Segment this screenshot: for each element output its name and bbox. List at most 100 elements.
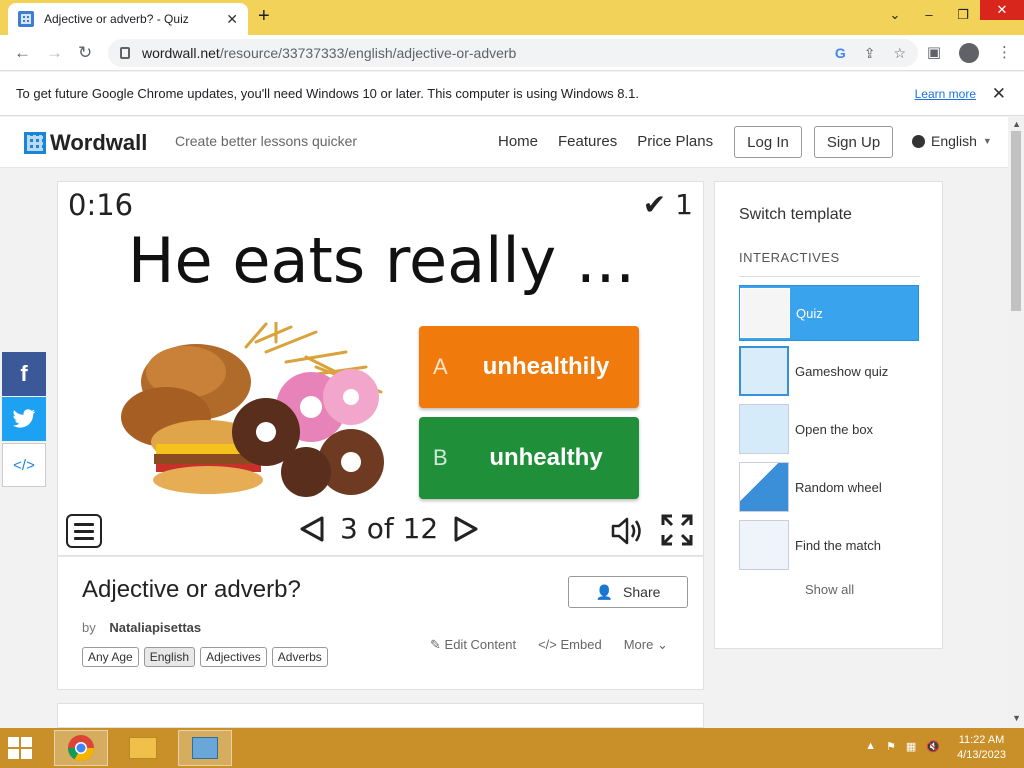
wordwall-logo[interactable]: Wordwall: [24, 130, 147, 156]
nav-home[interactable]: Home: [498, 133, 538, 150]
tab-search-icon[interactable]: ⌄: [878, 0, 912, 35]
google-lens-icon[interactable]: G: [835, 45, 846, 62]
windows-start-icon[interactable]: [8, 737, 32, 759]
lock-icon[interactable]: [120, 47, 130, 59]
tag[interactable]: Any Age: [82, 647, 139, 667]
facebook-icon: f: [20, 361, 28, 386]
browser-tab[interactable]: Adjective or adverb? - Quiz ✕: [8, 3, 248, 35]
language-label: English: [931, 133, 977, 149]
template-label: Gameshow quiz: [795, 363, 889, 379]
template-label: Open the box: [795, 421, 874, 437]
by-label: by: [82, 620, 96, 635]
answer-letter: B: [433, 445, 448, 470]
wordwall-favicon-icon: [18, 11, 34, 27]
game-menu-button[interactable]: [66, 514, 102, 548]
chevron-down-icon: ⌄: [656, 637, 668, 652]
tray-expand-icon[interactable]: ▲: [865, 740, 876, 753]
template-switcher: Switch template INTERACTIVES Quiz Gamesh…: [714, 181, 943, 649]
folder-icon: [129, 737, 157, 759]
game-controls: 3 of 12: [58, 512, 705, 552]
tag[interactable]: English: [143, 647, 196, 667]
scroll-down-icon[interactable]: ▼: [1012, 713, 1021, 723]
scroll-thumb[interactable]: [1011, 131, 1021, 311]
gameshow-thumbnail-icon: [739, 346, 789, 396]
pencil-icon: ✎: [430, 637, 441, 652]
embed-link[interactable]: </> Embed: [538, 637, 602, 653]
edit-content-link[interactable]: ✎ Edit Content: [430, 637, 516, 653]
checkmark-icon: ✔: [642, 188, 667, 221]
fullscreen-icon[interactable]: [661, 514, 693, 546]
action-center-flag-icon[interactable]: ⚑: [886, 740, 896, 753]
switch-template-heading: Switch template: [739, 206, 852, 223]
volume-muted-icon[interactable]: 🔇: [926, 740, 940, 753]
control-panel-icon: [192, 737, 218, 759]
template-open-the-box[interactable]: Open the box: [739, 401, 919, 457]
window-close-icon[interactable]: ✕: [980, 0, 1024, 20]
window-controls: ⌄ – ❐ ✕: [878, 0, 1024, 35]
learn-more-link[interactable]: Learn more: [915, 87, 976, 101]
address-bar: ← → ↻ wordwall.net /resource/33737333/en…: [0, 35, 1024, 71]
forward-icon[interactable]: →: [46, 43, 63, 63]
taskbar-control-panel[interactable]: [178, 730, 232, 766]
bookmark-star-icon[interactable]: ☆: [893, 45, 906, 62]
omnibox[interactable]: wordwall.net /resource/33737333/english/…: [108, 39, 918, 67]
twitter-share-button[interactable]: [2, 397, 46, 441]
login-button[interactable]: Log In: [734, 126, 802, 158]
answer-text: unhealthily: [482, 353, 610, 380]
reload-icon[interactable]: ↻: [78, 43, 92, 63]
minimize-icon[interactable]: –: [912, 0, 946, 35]
share-icon[interactable]: ⇪: [864, 45, 876, 62]
wordwall-logo-icon: [24, 132, 46, 154]
answer-text: unhealthy: [489, 444, 603, 471]
template-quiz[interactable]: Quiz: [739, 285, 919, 341]
taskbar-chrome[interactable]: [54, 730, 108, 766]
tag[interactable]: Adverbs: [271, 647, 328, 667]
restore-icon[interactable]: ❐: [946, 0, 980, 35]
chrome-icon: [67, 735, 95, 762]
nav-price-plans[interactable]: Price Plans: [637, 133, 713, 150]
more-dropdown[interactable]: More ⌄: [624, 637, 668, 653]
divider: [739, 276, 920, 277]
template-random-wheel[interactable]: Random wheel: [739, 459, 919, 515]
quiz-game-panel: 0:16 ✔ 1 He eats really ... A unhealthil…: [57, 181, 704, 556]
previous-icon[interactable]: [298, 515, 326, 543]
facebook-share-button[interactable]: f: [2, 352, 46, 396]
share-button[interactable]: 👤 Share: [568, 576, 688, 608]
tab-close-icon[interactable]: ✕: [226, 11, 238, 28]
answer-b-button[interactable]: B unhealthy: [419, 417, 639, 499]
profile-avatar-icon[interactable]: [959, 43, 979, 63]
share-label: Share: [623, 584, 661, 600]
template-label: Random wheel: [795, 479, 882, 495]
answer-a-button[interactable]: A unhealthily: [419, 326, 639, 408]
embed-share-button[interactable]: </>: [2, 443, 46, 487]
question-text: He eats really ...: [127, 224, 636, 297]
infobar-close-icon[interactable]: ✕: [992, 84, 1006, 104]
sound-icon[interactable]: [610, 516, 644, 546]
interactives-heading: INTERACTIVES: [739, 250, 840, 265]
system-tray: ▲ ⚑ ▦ 🔇: [865, 740, 940, 753]
template-gameshow-quiz[interactable]: Gameshow quiz: [739, 343, 919, 399]
taskbar-file-explorer[interactable]: [116, 730, 170, 766]
next-icon[interactable]: [452, 515, 480, 543]
network-icon[interactable]: ▦: [906, 740, 916, 753]
sidepanel-icon[interactable]: ▣: [927, 43, 941, 63]
tab-title: Adjective or adverb? - Quiz: [44, 12, 189, 26]
scroll-up-icon[interactable]: ▲: [1012, 119, 1021, 129]
language-selector[interactable]: English ▼: [912, 133, 992, 149]
clock[interactable]: 11:22 AM 4/13/2023: [957, 733, 1006, 763]
new-tab-button[interactable]: +: [258, 5, 270, 28]
signup-button[interactable]: Sign Up: [814, 126, 893, 158]
template-find-the-match[interactable]: Find the match: [739, 517, 919, 573]
template-label: Quiz: [796, 305, 823, 321]
tag-list: Any Age English Adjectives Adverbs: [82, 647, 328, 667]
chrome-menu-icon[interactable]: ⋮: [997, 43, 1012, 63]
back-icon[interactable]: ←: [14, 43, 31, 63]
tag[interactable]: Adjectives: [200, 647, 267, 667]
url-path: /resource/33737333/english/adjective-or-…: [219, 45, 517, 61]
nav-features[interactable]: Features: [558, 133, 617, 150]
page-scrollbar[interactable]: ▲ ▼: [1008, 117, 1024, 728]
site-header: Wordwall Create better lessons quicker H…: [0, 117, 1008, 168]
show-all-link[interactable]: Show all: [805, 582, 854, 597]
author-link[interactable]: Nataliapisettas: [109, 620, 201, 635]
activity-actions: ✎ Edit Content </> Embed More ⌄: [430, 637, 668, 653]
